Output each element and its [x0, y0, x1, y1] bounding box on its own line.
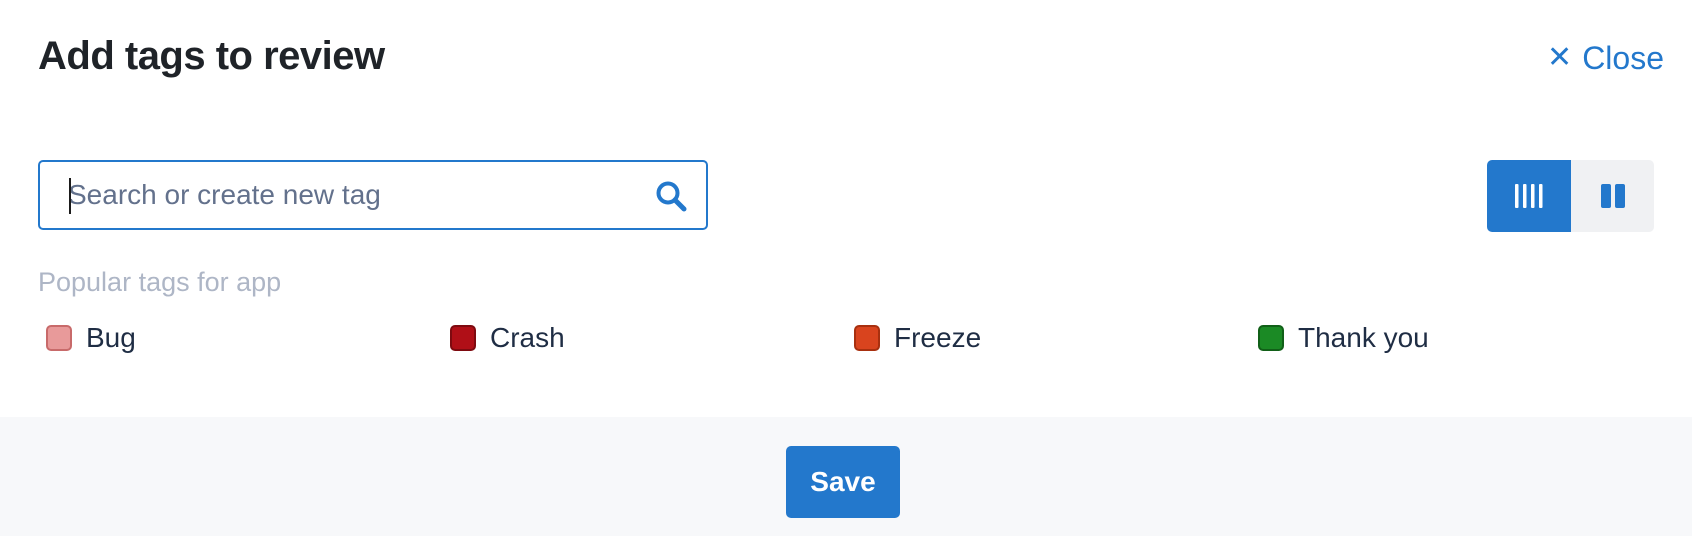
close-button[interactable]: ✕ Close: [1547, 36, 1664, 80]
dialog-footer: Save: [0, 417, 1692, 536]
tag-color-swatch: [46, 325, 72, 351]
tag-label: Crash: [490, 322, 565, 353]
close-icon: ✕: [1547, 41, 1573, 74]
view-toggle: [1487, 160, 1654, 232]
columns-view-icon: [1515, 184, 1543, 208]
tag-search-input[interactable]: [68, 162, 628, 228]
tag-color-swatch: [450, 325, 476, 351]
tag-color-swatch: [854, 325, 880, 351]
tag-item-thank-you[interactable]: Thank you: [1250, 318, 1429, 358]
tag-label: Thank you: [1298, 322, 1429, 353]
tag-item-bug[interactable]: Bug: [38, 318, 136, 358]
columns-view-button[interactable]: [1487, 160, 1571, 232]
popular-tags-list: Bug Crash Freeze Thank you: [38, 318, 1654, 358]
tag-item-freeze[interactable]: Freeze: [846, 318, 981, 358]
dialog-header: Add tags to review ✕ Close: [0, 0, 1692, 120]
split-view-button[interactable]: [1571, 160, 1654, 232]
tag-item-crash[interactable]: Crash: [442, 318, 565, 358]
tag-color-swatch: [1258, 325, 1284, 351]
popular-tags-label: Popular tags for app: [38, 267, 282, 297]
search-icon[interactable]: [654, 179, 688, 213]
add-tags-dialog: Add tags to review ✕ Close Search or cre…: [0, 0, 1692, 536]
tag-label: Freeze: [894, 322, 982, 353]
split-view-icon: [1600, 184, 1625, 208]
text-caret: [69, 178, 71, 214]
tag-label: Bug: [86, 322, 136, 353]
close-label: Close: [1582, 40, 1664, 76]
save-button[interactable]: Save: [786, 446, 900, 518]
dialog-title: Add tags to review: [38, 34, 385, 78]
tag-search-box[interactable]: [38, 160, 708, 230]
